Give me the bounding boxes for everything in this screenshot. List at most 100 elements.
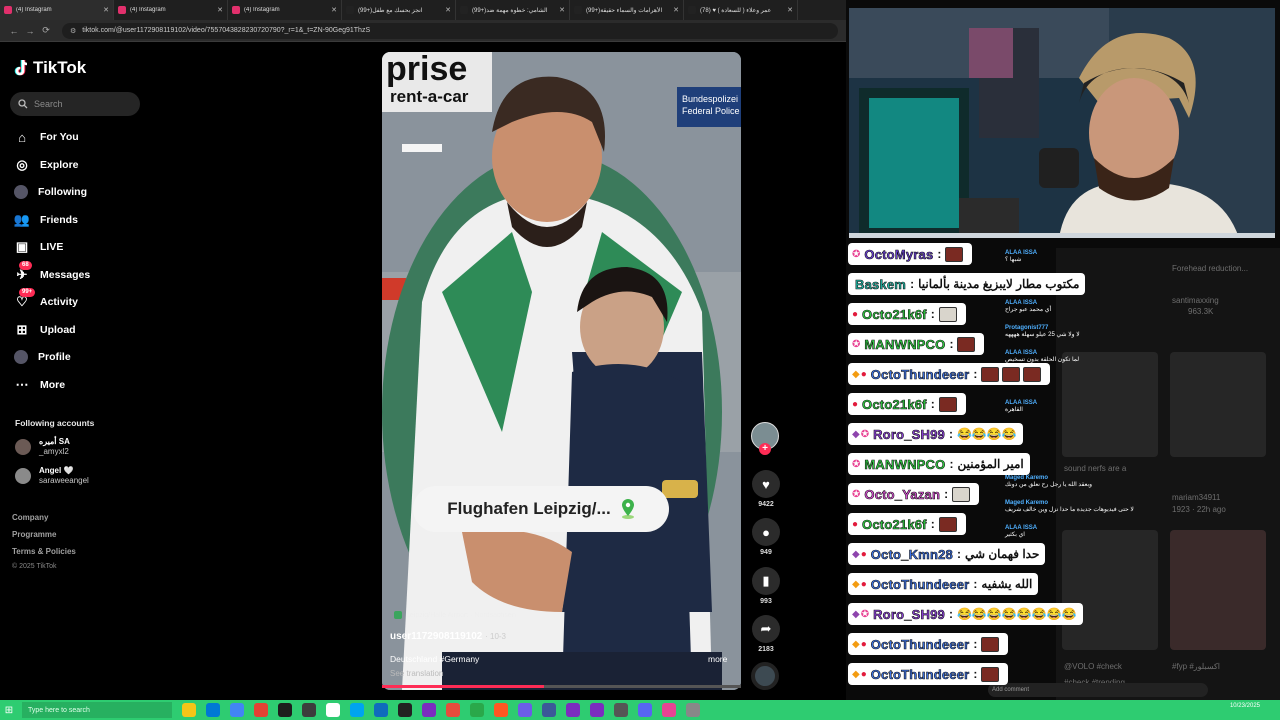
tab-close-icon[interactable]: ✕ <box>559 6 565 14</box>
taskbar-app-icon[interactable] <box>398 703 412 717</box>
music-disc[interactable] <box>751 662 779 690</box>
taskbar-app-icon[interactable] <box>422 703 436 717</box>
taskbar-app-icon[interactable] <box>686 703 700 717</box>
chat-separator: : <box>949 337 954 351</box>
chat-message: ● Octo21k6f: <box>848 393 966 415</box>
taskbar-app-icon[interactable] <box>662 703 676 717</box>
chat-message: ◆ ✪ Roro_SH99: 😂😂😂😂 <box>848 423 1023 445</box>
nav-item-for-you[interactable]: ⌂ For You <box>14 127 79 147</box>
following-account[interactable]: Angel 🤍 saraweeangel <box>15 466 89 486</box>
chat-badge-icon: ● <box>852 398 859 410</box>
back-icon[interactable]: ← <box>6 26 22 36</box>
video-location[interactable]: Leipzig/Halle Airport · Nordsachsen <box>394 611 516 619</box>
chat-username: Baskem <box>855 276 907 292</box>
tab-close-icon[interactable]: ✕ <box>787 6 793 14</box>
nav-item-upload[interactable]: ⊞ Upload <box>14 320 76 340</box>
nav-item-activity[interactable]: ♡ 99+ Activity <box>14 288 78 312</box>
chat-separator: : <box>973 577 978 591</box>
nav-badge: 68 <box>19 261 32 270</box>
nav-item-messages[interactable]: ✈ 68 Messages <box>14 261 90 285</box>
start-icon[interactable]: ⊞ <box>0 700 18 720</box>
nav-item-following[interactable]: ● Following <box>14 182 87 202</box>
tab-close-icon[interactable]: ✕ <box>217 6 223 14</box>
see-translation-link[interactable]: See translation <box>390 669 443 678</box>
site-info-icon[interactable]: ⚙ <box>70 27 76 35</box>
tab-close-icon[interactable]: ✕ <box>103 6 109 14</box>
chat-message: ◆ ✪ Roro_SH99: 😂😂😂😂😂😂😂😂 <box>848 603 1083 625</box>
taskbar-app-icon[interactable] <box>206 703 220 717</box>
reload-icon[interactable]: ⟳ <box>38 25 54 36</box>
browser-tab[interactable]: (99+)انجز بحسك مع طفل ✕ <box>342 0 456 20</box>
tiktok-note-icon <box>14 59 28 76</box>
following-account[interactable]: أميره SA _amyxl2 <box>15 437 70 457</box>
taskbar-app-icon[interactable] <box>374 703 388 717</box>
footer-company-link[interactable]: Company <box>12 513 48 522</box>
nav-item-friends[interactable]: 👥 Friends <box>14 210 78 230</box>
nav-item-profile[interactable]: ● Profile <box>14 347 71 367</box>
chat-badge-icon: ◆ <box>852 608 860 620</box>
taskbar-app-icon[interactable] <box>566 703 580 717</box>
video-player[interactable]: prise rent-a-car Bundespolizei Federal P… <box>382 52 741 690</box>
live-comment-input[interactable]: Add comment <box>988 683 1208 697</box>
comment-count: 949 <box>760 549 772 556</box>
browser-tab[interactable]: (4) Instagram ✕ <box>0 0 114 20</box>
taskbar-app-icon[interactable] <box>494 703 508 717</box>
follow-plus-icon[interactable]: + <box>759 443 771 455</box>
live-chat-name: ALAA ISSA <box>1005 525 1038 531</box>
taskbar-app-icon[interactable] <box>518 703 532 717</box>
taskbar-app-icon[interactable] <box>542 703 556 717</box>
search-input[interactable]: Search <box>10 92 140 116</box>
account-name: أميره SA <box>39 437 70 446</box>
chat-emote-icon <box>945 246 964 262</box>
taskbar-app-icon[interactable] <box>326 703 340 717</box>
live-chat-text: لا حتى فيديوهات جديدة ما حدا نزل وين خال… <box>1005 507 1134 513</box>
bookmark-icon: ▮ <box>752 567 780 595</box>
nav-badge: 99+ <box>19 288 36 297</box>
footer-copyright: © 2025 TikTok <box>12 563 57 570</box>
chat-username: MANWNPCO <box>864 456 946 472</box>
chat-message: Baskem: مكتوب مطار لايبزيغ مدينة بألمانيا <box>848 273 1086 295</box>
browser-tab[interactable]: (99+)الشامي: خطوة مهمة ضد ✕ <box>456 0 570 20</box>
taskbar-app-icon[interactable] <box>278 703 292 717</box>
browser-tab[interactable]: (4) Instagram ✕ <box>114 0 228 20</box>
tab-close-icon[interactable]: ✕ <box>331 6 337 14</box>
tab-title: (99+)انجز بحسك مع طفل <box>358 7 423 14</box>
nav-item-more[interactable]: ⋯ More <box>14 375 66 395</box>
footer-terms-link[interactable]: Terms & Policies <box>12 547 76 556</box>
tab-close-icon[interactable]: ✕ <box>673 6 679 14</box>
caption-more-button[interactable]: more <box>708 654 727 664</box>
feed-author: santimaxxing <box>1172 296 1219 305</box>
taskbar-search[interactable]: Type here to search <box>22 702 172 718</box>
nav-item-live[interactable]: ▣ LIVE <box>14 237 64 257</box>
taskbar-app-icon[interactable] <box>446 703 460 717</box>
share-count: 2183 <box>758 646 774 653</box>
forward-icon[interactable]: → <box>22 26 38 36</box>
browser-tab[interactable]: (99+)الأهرامات والسماء حقيقة ✕ <box>570 0 684 20</box>
live-chat-name: ALAA ISSA <box>1005 350 1038 356</box>
taskbar-app-icon[interactable] <box>350 703 364 717</box>
taskbar-app-icon[interactable] <box>470 703 484 717</box>
taskbar-app-icon[interactable] <box>638 703 652 717</box>
taskbar-app-icon[interactable] <box>254 703 268 717</box>
feed-thumbnail <box>1062 352 1158 457</box>
comment-button[interactable]: ● 949 <box>748 518 784 556</box>
tiktok-logo[interactable]: TikTok <box>14 58 86 78</box>
browser-tab[interactable]: (4) Instagram ✕ <box>228 0 342 20</box>
taskbar-app-icon[interactable] <box>590 703 604 717</box>
chat-username: MANWNPCO <box>864 336 946 352</box>
tab-favicon-icon <box>460 6 468 14</box>
video-author[interactable]: user1172908119102 · 10-3 <box>390 631 506 642</box>
taskbar-app-icon[interactable] <box>614 703 628 717</box>
url-field[interactable]: ⚙ tiktok.com/@user1172908119102/video/75… <box>62 22 838 39</box>
share-button[interactable]: ➦ 2183 <box>748 615 784 653</box>
account-handle: saraweeangel <box>39 476 89 485</box>
taskbar-app-icon[interactable] <box>182 703 196 717</box>
footer-programme-link[interactable]: Programme <box>12 530 56 539</box>
browser-tab[interactable]: عمر وعلاء ( للسعادة ) ♥ (78) ✕ <box>684 0 798 20</box>
taskbar-app-icon[interactable] <box>230 703 244 717</box>
tab-close-icon[interactable]: ✕ <box>445 6 451 14</box>
taskbar-app-icon[interactable] <box>302 703 316 717</box>
nav-item-explore[interactable]: ◎ Explore <box>14 155 78 175</box>
save-button[interactable]: ▮ 993 <box>748 567 784 605</box>
like-button[interactable]: ♥ 9422 <box>748 470 784 508</box>
